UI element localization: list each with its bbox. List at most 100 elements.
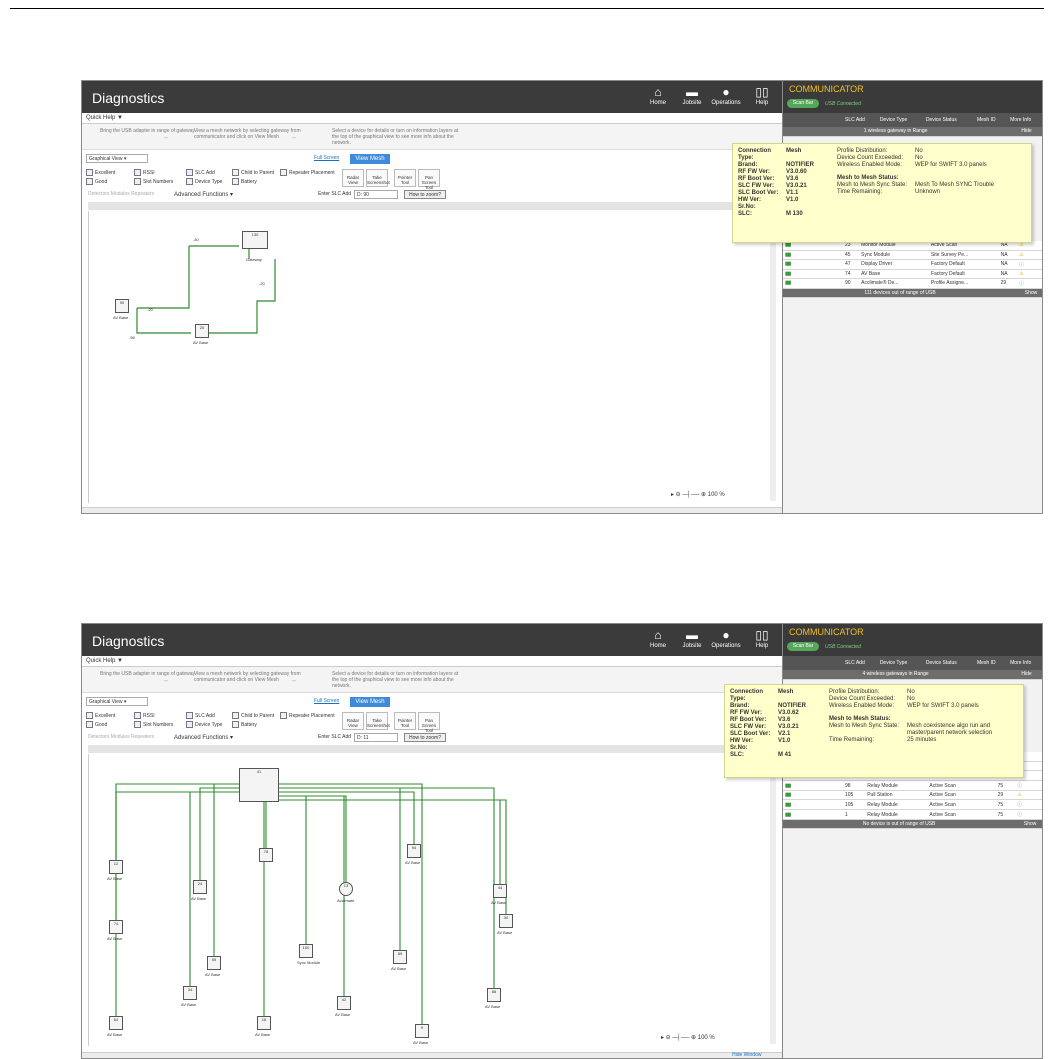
slc-add-checkbox[interactable]: SLC Add [186,169,215,176]
zoom-control[interactable]: ▸ ⊖ ─┤── ⊕ 100 % [661,1034,715,1041]
help-button[interactable]: ▯▯ Help [744,627,780,655]
device-node[interactable]: 90 [115,299,129,313]
device-node[interactable]: 9 [415,1024,429,1038]
slot-numbers-checkbox[interactable]: Slot Numbers [134,721,173,728]
device-row[interactable]: ▮▮▮ 90 Acclimate® De... Profile Assigne... 2… [783,278,1042,289]
info-icon[interactable]: ⓘ [1015,809,1042,820]
scan-bar-button[interactable]: Scan Bar [787,642,819,651]
scan-bar-button[interactable]: Scan Bar [787,99,819,108]
device-node[interactable]: 18 [257,1016,271,1030]
device-node[interactable]: 20 [195,324,209,338]
slc-select[interactable]: D: 11 [354,733,398,742]
full-screen-link[interactable]: Full Screen [314,698,339,704]
page-rule [10,8,1044,9]
device-node[interactable]: 55 [207,956,221,970]
excellent-checkbox[interactable]: Excellent [86,169,115,176]
advanced-functions[interactable]: Advanced Functions ▾ [174,734,233,741]
device-row[interactable]: ▮▮▮ 45 Sync Module Site Survey Pe... NA ⚠ [783,250,1042,260]
warning-icon[interactable]: ⚠ [1015,790,1042,800]
info-icon[interactable]: ⓘ [1015,780,1042,791]
battery-checkbox[interactable]: Battery [232,721,257,728]
repeater-placement-checkbox[interactable]: Repeater Placement [280,712,335,719]
device-type-checkbox[interactable]: Device Type [186,178,222,185]
help-steps: Bring the USB adapter in range of gatewa… [82,667,782,693]
repeater-placement-checkbox[interactable]: Repeater Placement [280,169,335,176]
excellent-checkbox[interactable]: Excellent [86,712,115,719]
child-to-parent-checkbox[interactable]: Child to Parent [232,712,274,719]
device-row[interactable]: ▮▮▮ 105 Relay Module Active Scan 75 ⓘ [783,799,1042,810]
rssi-checkbox[interactable]: RSSI [134,712,155,719]
jobsite-button[interactable]: ▬ Jobsite [674,84,710,112]
device-node[interactable]: 44 [493,884,507,898]
device-node[interactable]: 89 [393,950,407,964]
pan-tool[interactable]: Pan Screen Tool [418,169,440,190]
child-to-parent-checkbox[interactable]: Child to Parent [232,169,274,176]
home-button[interactable]: ⌂ Home [640,627,676,655]
horizontal-scrollbar[interactable] [82,507,782,513]
full-screen-link[interactable]: Full Screen [314,155,339,161]
pan-tool[interactable]: Pan Screen Tool [418,712,440,733]
pointer-tool[interactable]: Pointer Tool [394,169,416,187]
battery-checkbox[interactable]: Battery [232,178,257,185]
operations-button[interactable]: ● Operations [708,627,744,655]
device-node[interactable]: 41 [239,768,279,802]
device-node[interactable]: 100 [299,944,313,958]
device-row[interactable]: ▮▮▮ 47 Display Driver Factory Default NA ⓘ [783,259,1042,270]
device-node[interactable]: 34 [183,986,197,1000]
horizontal-scrollbar[interactable] [82,1052,782,1058]
device-node[interactable]: 12 [109,860,123,874]
pointer-tool[interactable]: Pointer Tool [394,712,416,730]
quick-help-toggle[interactable]: Quick Help ▼ [82,656,782,667]
slc-add-checkbox[interactable]: SLC Add [186,712,215,719]
how-to-zoom-button[interactable]: How to zoom? [404,733,446,742]
device-node[interactable]: 30 [499,914,513,928]
slot-numbers-checkbox[interactable]: Slot Numbers [134,178,173,185]
help-button[interactable]: ▯▯ Help [744,84,780,112]
device-row[interactable]: ▮▮▮ 74 AV Base Factory Default NA ⚠ [783,269,1042,279]
device-node[interactable]: 78 [259,848,273,862]
device-row[interactable]: ▮▮▮ 105 Pull Station Active Scan 29 ⚠ [783,790,1042,800]
rssi-checkbox[interactable]: RSSI [134,169,155,176]
device-node[interactable]: 64 [109,1016,123,1030]
device-node[interactable]: 88 [487,988,501,1002]
info-icon[interactable]: ⓘ [1017,278,1042,289]
layer-toggles[interactable]: Detectors Modules Repeaters [88,191,154,197]
vertical-scrollbar[interactable] [770,211,776,501]
warning-icon[interactable]: ⚠ [1017,269,1042,279]
good-checkbox[interactable]: Good [86,721,107,728]
info-icon[interactable]: ⓘ [1015,799,1042,810]
radar-view-tool[interactable]: Radar View [342,169,364,187]
operations-button[interactable]: ● Operations [708,84,744,112]
mesh-canvas[interactable]: ▸ ⊖ ─┤── ⊕ 100 % 41 78 94 AV Base 13 Acclimat… [88,754,770,1046]
home-button[interactable]: ⌂ Home [640,84,676,112]
device-type-checkbox[interactable]: Device Type [186,721,222,728]
screenshot-tool[interactable]: Take Screenshot [366,169,390,187]
device-node[interactable]: 130 [242,231,268,249]
screenshot-tool[interactable]: Take Screenshot [366,712,390,730]
device-node[interactable]: 74 [109,920,123,934]
view-select[interactable]: Graphical View ▾ [86,697,148,706]
device-row[interactable]: ▮▮▮ 1 Relay Module Active Scan 75 ⓘ [783,809,1042,820]
device-node[interactable]: 94 [407,844,421,858]
good-checkbox[interactable]: Good [86,178,107,185]
layer-toggles[interactable]: Detectors Modules Repeaters [88,734,154,740]
device-node[interactable]: 24 [193,880,207,894]
vertical-scrollbar[interactable] [770,754,776,1044]
view-mesh-button[interactable]: View Mesh [350,154,390,164]
slc-select[interactable]: D: 90 [354,190,398,199]
device-node[interactable]: 42 [337,996,351,1010]
warning-icon[interactable]: ⚠ [1017,250,1042,260]
device-node[interactable]: 13 [339,882,353,896]
zoom-control[interactable]: ▸ ⊖ ─┤── ⊕ 100 % [671,491,725,498]
mesh-canvas[interactable]: 130 Gateway 90 AV Base 20 AV Base -40 -2… [88,211,770,503]
advanced-functions[interactable]: Advanced Functions ▾ [174,191,233,198]
device-row[interactable]: ▮▮▮ 98 Relay Module Active Scan 75 ⓘ [783,780,1042,791]
quick-help-toggle[interactable]: Quick Help ▼ [82,113,782,124]
hide-window-link[interactable]: Hide Window [732,1052,761,1058]
how-to-zoom-button[interactable]: How to zoom? [404,190,446,199]
view-select[interactable]: Graphical View ▾ [86,154,148,163]
radar-view-tool[interactable]: Radar View [342,712,364,730]
jobsite-button[interactable]: ▬ Jobsite [674,627,710,655]
info-icon[interactable]: ⓘ [1017,259,1042,270]
view-mesh-button[interactable]: View Mesh [350,697,390,707]
